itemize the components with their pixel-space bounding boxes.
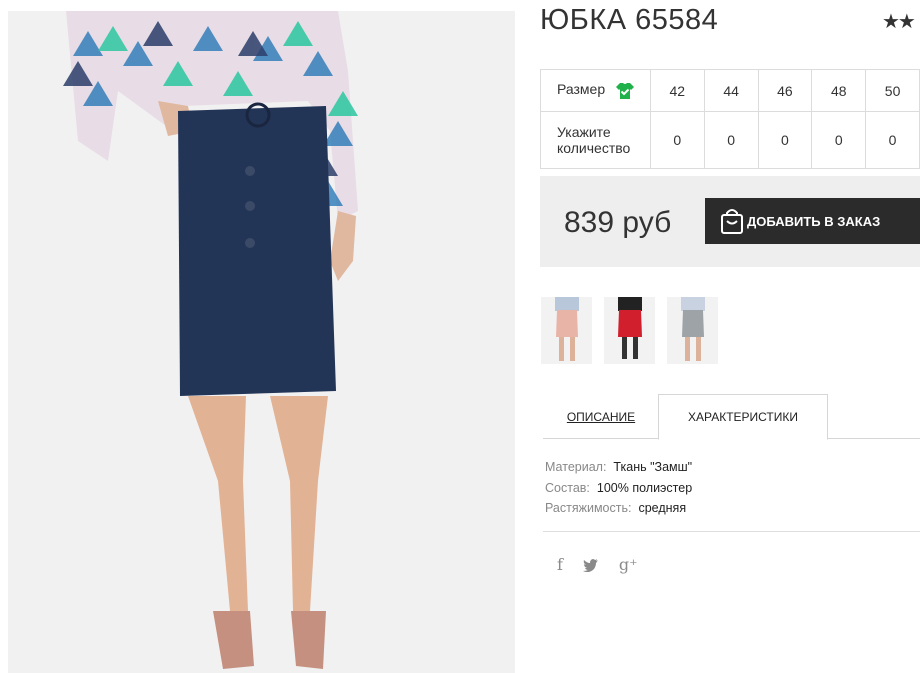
size-value: 48 — [811, 69, 867, 112]
quantity-input[interactable]: 0 — [757, 111, 813, 169]
variant-thumbnails — [541, 297, 718, 364]
size-row: Размер 42 44 46 48 50 — [540, 69, 920, 112]
googleplus-icon[interactable]: g⁺ — [619, 555, 638, 574]
quantity-label: Укажите количество — [540, 111, 651, 169]
quantity-input[interactable]: 0 — [865, 111, 920, 169]
social-share: f g⁺ — [557, 555, 638, 574]
size-value: 50 — [865, 69, 920, 112]
tab-characteristics[interactable]: ХАРАКТЕРИСТИКИ — [658, 394, 828, 440]
spec-row: Состав: 100% полиэстер — [545, 478, 692, 499]
spec-row: Материал: Ткань "Замш" — [545, 457, 692, 478]
divider — [543, 531, 920, 532]
size-table: Размер 42 44 46 48 50 Укажите количество… — [540, 69, 920, 169]
size-label-cell: Размер — [540, 69, 651, 112]
size-value: 44 — [703, 69, 759, 112]
spec-key: Состав: — [545, 480, 590, 495]
spec-value: 100% полиэстер — [596, 480, 693, 495]
spec-row: Растяжимость: средняя — [545, 498, 692, 519]
product-tabs: ОПИСАНИЕ ХАРАКТЕРИСТИКИ — [543, 394, 920, 440]
size-label: Размер — [557, 81, 606, 98]
quantity-input[interactable]: 0 — [649, 111, 705, 169]
facebook-icon[interactable]: f — [557, 555, 563, 574]
price: 839 руб — [564, 206, 672, 239]
add-to-order-button[interactable]: ДОБАВИТЬ В ЗАКАЗ — [705, 198, 920, 244]
tab-description[interactable]: ОПИСАНИЕ — [543, 394, 659, 439]
variant-thumb-red[interactable] — [604, 297, 655, 364]
twitter-icon[interactable] — [582, 558, 599, 572]
quantity-input[interactable]: 0 — [811, 111, 867, 169]
size-chart-icon[interactable] — [615, 82, 635, 100]
product-title: ЮБКА 65584 — [540, 4, 719, 36]
quantity-input[interactable]: 0 — [703, 111, 759, 169]
quantity-row: Укажите количество 0 0 0 0 0 — [540, 111, 920, 169]
spec-key: Материал: — [545, 460, 607, 474]
variant-thumb-grey[interactable] — [667, 297, 718, 364]
shopping-bag-icon — [721, 209, 743, 234]
rating-stars[interactable]: ★★ — [882, 9, 916, 34]
price-box: 839 руб ДОБАВИТЬ В ЗАКАЗ — [540, 176, 920, 267]
size-value: 46 — [757, 69, 813, 112]
spec-value: Ткань "Замш" — [613, 460, 693, 474]
spec-value: средняя — [638, 501, 687, 515]
size-value: 42 — [649, 69, 705, 112]
spec-key: Растяжимость: — [545, 501, 632, 515]
product-photo[interactable] — [8, 11, 515, 673]
specs-list: Материал: Ткань "Замш" Состав: 100% полиэс… — [545, 457, 692, 519]
add-to-order-label: ДОБАВИТЬ В ЗАКАЗ — [747, 213, 881, 229]
variant-thumb-pink[interactable] — [541, 297, 592, 364]
